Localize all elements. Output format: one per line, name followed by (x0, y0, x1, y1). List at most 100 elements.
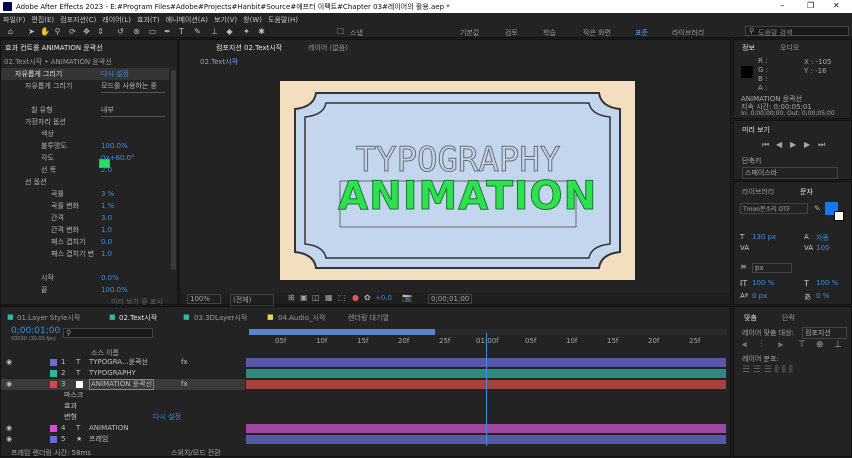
tab-libraries[interactable]: 라이브러리 (742, 187, 774, 197)
layer-row-4[interactable]: ◉ 4 T ANIMATION (1, 423, 245, 434)
layer-row-3[interactable]: ◉ 3 ANIMATION 윤곽선 fx (1, 379, 245, 390)
visibility-icon[interactable]: ◉ (6, 379, 12, 390)
workspace-libraries[interactable]: 라이브러리 (672, 28, 704, 38)
close-button[interactable]: ✕ (833, 1, 840, 10)
align-vcenter-icon[interactable]: ⊕ (816, 340, 824, 350)
camera-snapshot-icon[interactable]: 📷 (402, 293, 412, 302)
menu-edit[interactable]: 편집(E) (28, 13, 57, 25)
brush-tool-icon[interactable]: ✎ (193, 27, 202, 36)
snap-checkbox-icon[interactable]: ☐ (336, 27, 345, 36)
tab-composition[interactable]: 컴포지션 02.Text시작 (216, 43, 282, 53)
mask-icon[interactable]: ▣ (300, 293, 308, 302)
tab-info[interactable]: 정보 (742, 43, 755, 53)
workspace-learn[interactable]: 학습 (543, 28, 556, 38)
stroke-width-value[interactable]: 2.0 (101, 164, 112, 176)
exposure-value[interactable]: +0.0 (375, 294, 392, 302)
visibility-icon[interactable]: ◉ (6, 434, 12, 445)
channel-icon[interactable]: ● (352, 293, 359, 302)
spacing-variation-value[interactable]: 1.0 (101, 224, 112, 236)
align-to-dropdown[interactable]: 컴포지션 (802, 327, 847, 339)
workspace-review[interactable]: 검토 (505, 28, 518, 38)
leading-value[interactable]: 자동 (816, 233, 829, 243)
layer-name[interactable]: ANIMATION (89, 423, 128, 434)
pen-tool-icon[interactable]: ✒ (163, 27, 172, 36)
start-value[interactable]: 0.0% (101, 272, 119, 284)
zoom-dropdown[interactable]: 100% (187, 294, 221, 304)
rotate-tool-icon[interactable]: ↺ (116, 27, 125, 36)
help-search-input[interactable]: 도움말 검색 ⚲ (745, 26, 849, 37)
stroke-color-swatch[interactable] (834, 211, 844, 221)
prev-frame-icon[interactable]: ◀ (776, 140, 782, 149)
visibility-icon[interactable]: ◉ (6, 423, 12, 434)
label-color[interactable] (50, 370, 57, 377)
3d-renderer-icon[interactable]: ⬚ (338, 293, 346, 302)
work-area-bar[interactable] (249, 329, 727, 335)
align-right-icon[interactable]: ⫸ (778, 340, 783, 350)
tab-layer[interactable]: 레이어 (없음) (308, 43, 348, 53)
home-icon[interactable]: ⌂ (6, 27, 15, 36)
tab-render-queue[interactable]: 렌더링 대기열 (348, 313, 389, 323)
tab-audio[interactable]: 오디오 (780, 43, 799, 53)
angle-value[interactable]: 0x+60.0° (101, 152, 135, 164)
visibility-icon[interactable]: ◉ (6, 357, 12, 368)
playhead[interactable] (486, 333, 487, 446)
pan-camera-icon[interactable]: ✥ (82, 27, 91, 36)
zoom-tool-icon[interactable]: ⚲ (53, 27, 62, 36)
first-frame-icon[interactable]: ⏮ (762, 140, 769, 150)
maximize-button[interactable]: ❐ (807, 1, 814, 10)
dolly-camera-icon[interactable]: ⇕ (96, 27, 105, 36)
spacing-value[interactable]: 3.0 (101, 212, 112, 224)
layer-name[interactable]: TYPOGRA...윤곽선 (89, 357, 148, 368)
prop-group[interactable]: 가장자리 옵션 (25, 116, 66, 128)
menu-help[interactable]: 도움말(H) (265, 13, 301, 25)
roto-tool-icon[interactable]: ✦ (242, 27, 251, 36)
anchor-tool-icon[interactable]: ⊛ (132, 27, 141, 36)
layer-row-5[interactable]: ◉ 5 ★ 프레임 (1, 434, 245, 445)
layer-row-2[interactable]: 2 T TYPOGRAPHY (1, 368, 245, 379)
tab-timeline-03[interactable]: 03.3DLayer시작 (194, 313, 247, 323)
label-color[interactable] (50, 436, 57, 443)
tab-character[interactable]: 문자 (800, 187, 813, 197)
effects-row[interactable]: 효과 (1, 401, 245, 412)
hand-tool-icon[interactable]: ✋ (40, 27, 50, 36)
menu-animation[interactable]: 애니메이션(A) (163, 13, 211, 25)
path-overlap-value[interactable]: 0.0 (101, 236, 112, 248)
comp-breadcrumb[interactable]: 02.Text시작 (200, 57, 238, 67)
mode-dropdown[interactable]: 모드를 사용하는 중 (101, 80, 165, 93)
baseline-value[interactable]: 0 px (752, 292, 767, 300)
roi-icon[interactable]: ◫ (312, 293, 320, 302)
tab-timeline-04[interactable]: 04.Audio_시작 (278, 313, 325, 323)
prop-group[interactable]: 선 옵션 (25, 176, 47, 188)
stroke-width-dropdown[interactable]: px (752, 263, 792, 273)
menu-window[interactable]: 창(W) (240, 13, 265, 25)
resolution-dropdown[interactable]: (전체) (230, 294, 274, 306)
workspace-standard[interactable]: 표준 (635, 28, 648, 38)
mask-row[interactable]: 마스크 (1, 390, 245, 401)
fill-type-dropdown[interactable]: 내부 (101, 104, 165, 117)
tab-preview[interactable]: 미리 보기 (742, 125, 770, 135)
workspace-small-screen[interactable]: 작은 화면 (583, 28, 611, 38)
current-time-display[interactable]: 0;00;01;00 (428, 294, 473, 304)
layer-name[interactable]: ANIMATION 윤곽선 (89, 379, 155, 390)
orbit-camera-icon[interactable]: ⟳ (68, 27, 77, 36)
prop-group[interactable]: 효과 (64, 401, 77, 412)
align-bottom-icon[interactable]: ⊥ (834, 340, 842, 350)
fx-switch[interactable]: fx (181, 379, 188, 390)
layer-name[interactable]: TYPOGRAPHY (89, 368, 136, 379)
timeline-current-time[interactable]: 0;00:01;00 (11, 326, 60, 336)
layer-name[interactable]: 프레임 (89, 434, 108, 445)
workspace-default[interactable]: 기본값 (460, 28, 479, 38)
label-color[interactable] (50, 359, 57, 366)
tsume-value[interactable]: 0 % (816, 292, 829, 300)
puppet-tool-icon[interactable]: ✱ (257, 27, 266, 36)
menu-layer[interactable]: 레이어(L) (99, 13, 134, 25)
transform-row[interactable]: 변형 다시 설정 (1, 412, 245, 423)
horizontal-scale-value[interactable]: 100 % (816, 279, 838, 287)
menu-composition[interactable]: 컴포지션(C) (57, 13, 99, 25)
curvature-variation-value[interactable]: 1 % (101, 200, 114, 212)
grid-icon[interactable]: ⊞ (288, 293, 295, 302)
align-top-icon[interactable]: ⊤ (798, 340, 806, 350)
tab-align[interactable]: 맞춤 (744, 313, 757, 323)
exposure-icon[interactable]: ✿ (364, 293, 371, 302)
prop-group[interactable]: 마스크 (64, 390, 83, 401)
